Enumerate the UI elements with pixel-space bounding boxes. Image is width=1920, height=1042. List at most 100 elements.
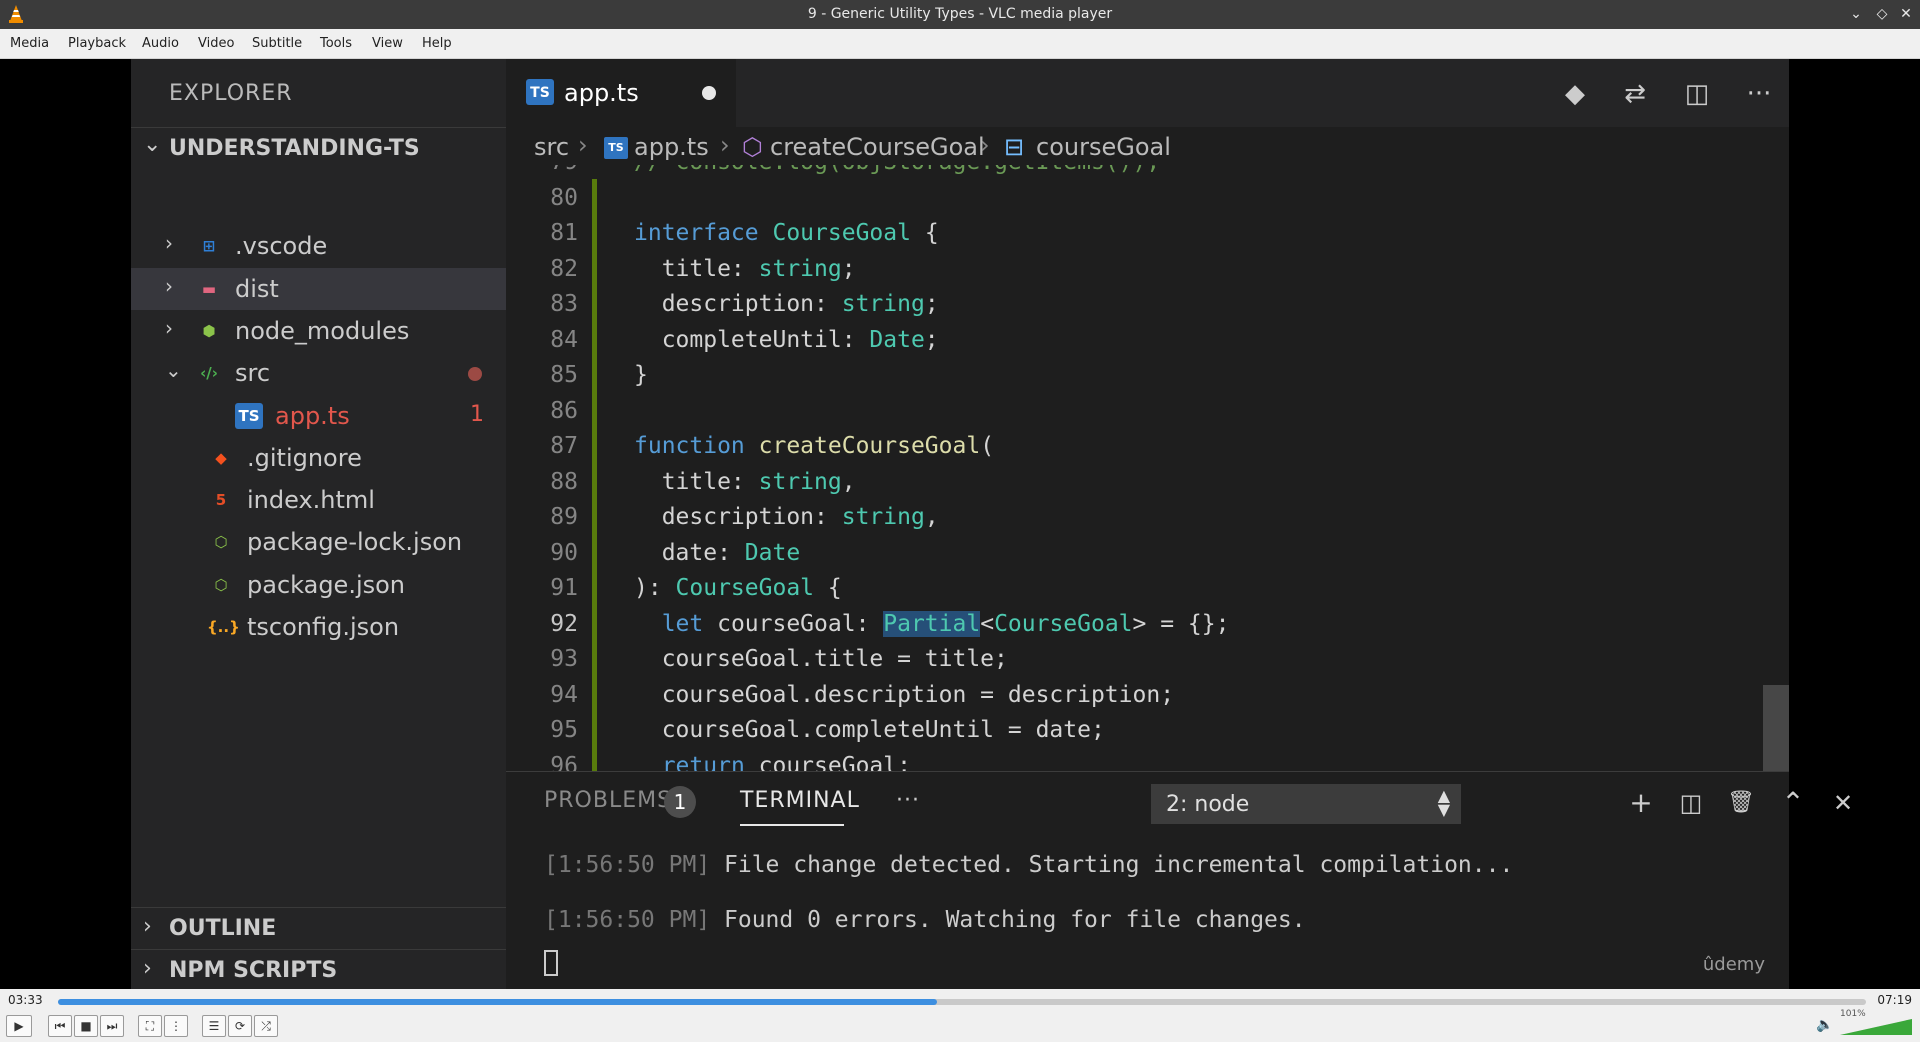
menu-bar: Media Playback Audio Video Subtitle Tool…	[0, 29, 1920, 59]
minimize-icon[interactable]: ⌄	[1846, 4, 1866, 24]
udemy-watermark: ûdemy	[1702, 954, 1765, 975]
terminal-cursor	[544, 950, 558, 976]
shuffle-icon[interactable]: ⤮	[254, 1015, 278, 1037]
tree-item-label: node_modules	[235, 317, 410, 345]
terminal-select-value: 2: node	[1166, 792, 1250, 817]
tab-label: app.ts	[564, 79, 639, 107]
line-number: 90	[550, 539, 578, 566]
code-line: 92 let courseGoal: Partial<CourseGoal> =…	[506, 607, 1736, 642]
terminal-timestamp: [1:56:50 PM]	[544, 907, 711, 933]
breadcrumb-src: src	[534, 133, 570, 161]
menu-subtitle[interactable]: Subtitle	[252, 36, 302, 51]
elapsed-time: 03:33	[8, 993, 43, 1007]
breadcrumb: src › TS app.ts › ⬡ createCourseGoal › ⊟…	[506, 127, 1789, 165]
playlist-icon[interactable]: ☰	[202, 1015, 226, 1037]
tree-item[interactable]: ⌄ ‹/› src	[131, 352, 506, 394]
line-source: }	[634, 362, 648, 388]
player-controls: 03:33 07:19 ▶ ⏮ ■ ⏭ ⛶ ⋮ ☰ ⟳ ⤮ 🔈 101%	[0, 989, 1920, 1042]
line-source: date: Date	[634, 539, 801, 566]
menu-help[interactable]: Help	[422, 36, 452, 51]
video-frame[interactable]: EXPLORER ⌄ UNDERSTANDING-TS › ⊞ .vscode › ▬ d…	[0, 59, 1920, 989]
explorer-sidebar: EXPLORER ⌄ UNDERSTANDING-TS › ⊞ .vscode › ▬ d…	[131, 59, 506, 989]
line-source: title: string;	[634, 255, 856, 282]
terminal-select[interactable]: 2: node ▲ ▼	[1151, 784, 1461, 824]
tree-item[interactable]: › ⬢ node_modules	[131, 310, 506, 352]
terminal-timestamp: [1:56:50 PM]	[544, 852, 711, 878]
tree-item[interactable]: › ⊞ .vscode	[131, 225, 506, 267]
terminal-line: [1:56:50 PM] Found 0 errors. Watching fo…	[544, 907, 1306, 933]
open-changes-icon: ⇄	[1624, 79, 1646, 109]
tree-item-label: package.json	[247, 571, 406, 599]
breadcrumb-function: createCourseGoal	[770, 133, 985, 161]
tree-item[interactable]: ⬡ package.json	[131, 564, 506, 606]
new-terminal-icon[interactable]: +	[1622, 784, 1660, 822]
menu-audio[interactable]: Audio	[142, 36, 179, 51]
split-editor-icon: ◫	[1684, 79, 1710, 109]
menu-view[interactable]: View	[372, 36, 403, 51]
menu-tools[interactable]: Tools	[320, 36, 352, 51]
code-line: 88 title: string,	[506, 465, 1736, 500]
code-editor[interactable]: 79 // console.log(objStorage.getItems());…	[506, 165, 1789, 771]
tree-item[interactable]: TS app.ts 1	[131, 395, 506, 437]
tree-item-label: .vscode	[235, 232, 328, 260]
chevron-down-icon: ⌄	[165, 358, 182, 382]
menu-playback[interactable]: Playback	[68, 36, 126, 51]
line-source: courseGoal.completeUntil = date;	[634, 717, 1105, 743]
tree-item[interactable]: {..} tsconfig.json	[131, 606, 506, 648]
chevron-right-icon: ›	[143, 956, 152, 981]
vscode-window: EXPLORER ⌄ UNDERSTANDING-TS › ⊞ .vscode › ▬ d…	[131, 59, 1853, 989]
seek-bar[interactable]	[58, 999, 1866, 1005]
fullscreen-icon[interactable]: ⛶	[138, 1015, 162, 1037]
chevron-up-icon[interactable]: ⌃	[1774, 784, 1812, 822]
tree-item[interactable]: ◆ .gitignore	[131, 437, 506, 479]
code-line: 91): CourseGoal {	[506, 571, 1736, 606]
panel-more-icon[interactable]: ···	[896, 788, 920, 813]
line-number: 92	[550, 610, 578, 637]
tree-item-label: package-lock.json	[247, 528, 463, 556]
line-source: description: string;	[634, 291, 939, 317]
line-source: let courseGoal: Partial<CourseGoal> = {}…	[661, 610, 1230, 637]
tree-item[interactable]: 5 index.html	[131, 479, 506, 521]
tree-item-label: index.html	[247, 486, 375, 514]
tree-item[interactable]: › ▬ dist	[131, 268, 506, 310]
folder-vscode-icon: ⊞	[202, 237, 216, 255]
extended-settings-icon[interactable]: ⋮	[164, 1015, 188, 1037]
trash-icon[interactable]: 🗑	[1722, 784, 1760, 822]
split-terminal-icon[interactable]: ◫	[1672, 784, 1710, 822]
folder-src-icon: ‹/›	[200, 364, 218, 382]
tab-app-ts: TS app.ts	[506, 59, 736, 127]
menu-media[interactable]: Media	[10, 36, 49, 51]
tree-item[interactable]: ⬡ package-lock.json	[131, 521, 506, 563]
code-line: 86	[506, 394, 1736, 429]
stop-icon[interactable]: ■	[74, 1015, 98, 1037]
nodejs-file-icon: ⬡	[214, 533, 228, 551]
tree-item-label: app.ts	[275, 402, 350, 430]
tab-terminal[interactable]: TERMINAL	[740, 788, 860, 813]
maximize-icon[interactable]: ◇	[1872, 4, 1892, 24]
seek-progress	[58, 999, 937, 1005]
close-panel-icon[interactable]: ✕	[1824, 784, 1862, 822]
editor-tabs: TS app.ts ◆ ⇄ ◫ ···	[506, 59, 1789, 127]
editor-area: TS app.ts ◆ ⇄ ◫ ··· src › TS app.ts › ⬡ …	[506, 59, 1789, 771]
speaker-icon[interactable]: 🔈	[1816, 1017, 1833, 1033]
next-icon[interactable]: ⏭	[100, 1015, 124, 1037]
close-icon[interactable]: ✕	[1896, 4, 1916, 24]
variable-icon: ⊟	[1004, 133, 1025, 161]
menu-video[interactable]: Video	[198, 36, 234, 51]
total-time: 07:19	[1877, 993, 1912, 1007]
window-title: 9 - Generic Utility Types - VLC media pl…	[807, 6, 1113, 22]
code-line: 82 title: string;	[506, 252, 1736, 287]
play-icon[interactable]: ▶	[6, 1015, 32, 1037]
project-root: ⌄ UNDERSTANDING-TS	[131, 127, 506, 167]
volume-slider[interactable]	[1840, 1013, 1912, 1035]
outline-label: OUTLINE	[169, 916, 277, 941]
previous-icon[interactable]: ⏮	[48, 1015, 72, 1037]
terminal-message: Found 0 errors. Watching for file change…	[710, 907, 1306, 933]
vertical-scrollbar[interactable]	[1763, 685, 1789, 771]
loop-icon[interactable]: ⟳	[228, 1015, 252, 1037]
line-source: return courseGoal;	[661, 752, 911, 772]
tree-item-label: .gitignore	[247, 444, 362, 472]
tree-item-label: tsconfig.json	[247, 613, 400, 641]
line-source: courseGoal.description = description;	[634, 681, 1175, 708]
tab-problems[interactable]: PROBLEMS	[544, 788, 672, 813]
